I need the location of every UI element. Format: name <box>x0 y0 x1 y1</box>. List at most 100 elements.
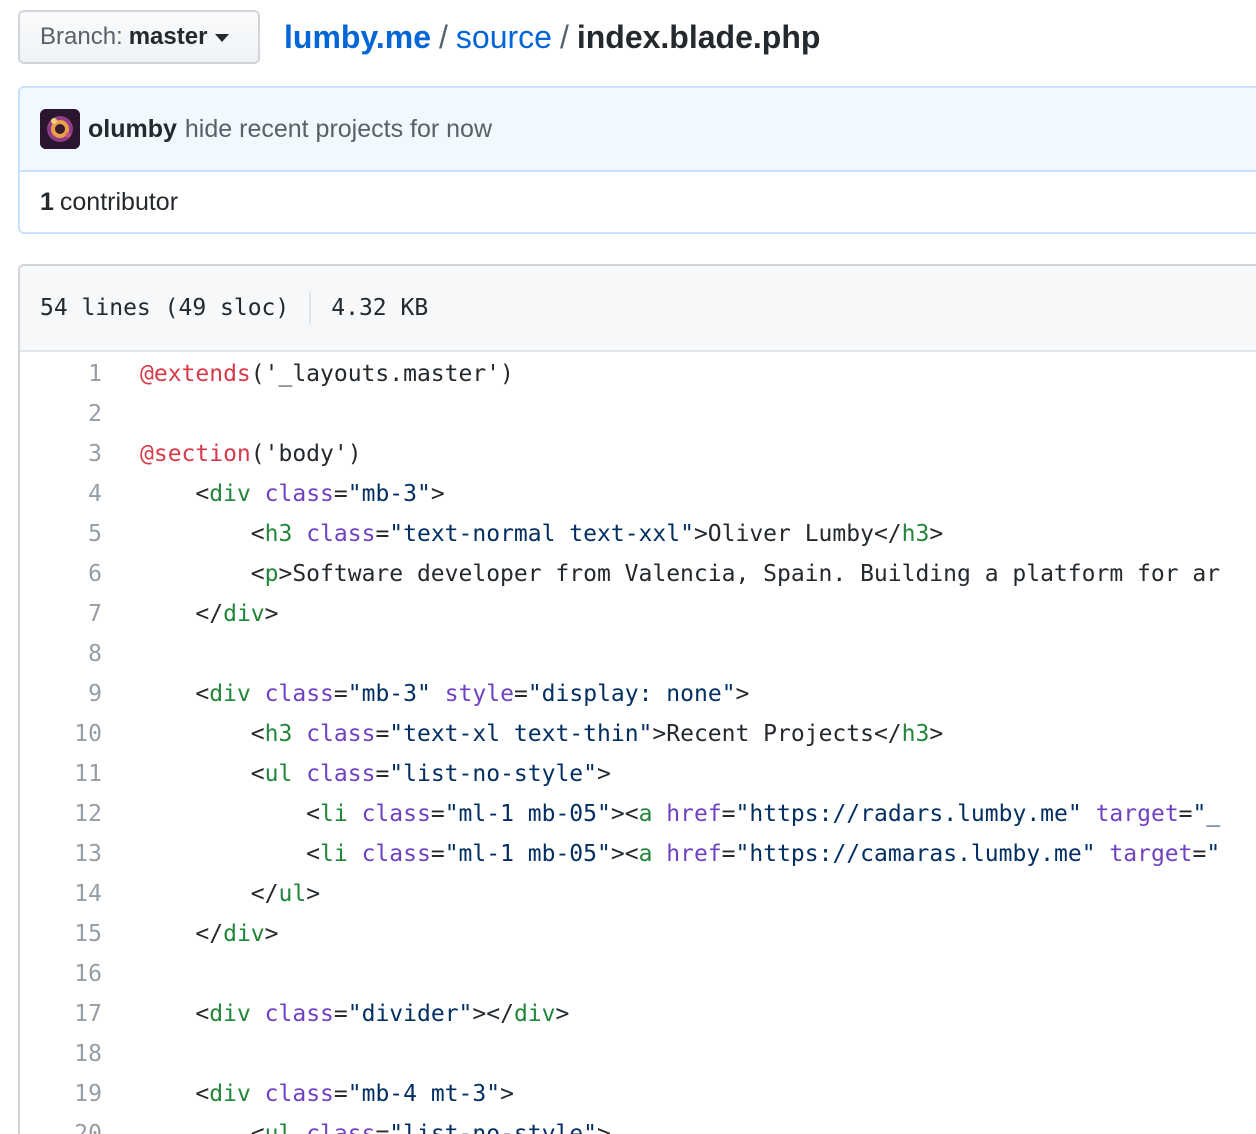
code-token: class <box>264 681 334 707</box>
avatar[interactable] <box>40 109 80 149</box>
code-token: >< <box>610 801 639 827</box>
code-token: < <box>140 841 321 867</box>
line-number[interactable]: 13 <box>20 841 102 867</box>
code-line: 2 <box>20 394 1256 434</box>
line-number[interactable]: 6 <box>20 561 102 587</box>
code-token: > <box>929 521 944 547</box>
code-token: > <box>597 761 611 787</box>
line-content: <p>Software developer from Valencia, Spa… <box>102 561 1220 587</box>
code-token: class <box>306 1121 376 1134</box>
line-number[interactable]: 3 <box>20 441 102 467</box>
commit-info-box: olumby hide recent projects for now 1 co… <box>18 86 1256 234</box>
code-token: </ <box>140 921 224 947</box>
line-number[interactable]: 16 <box>20 961 102 987</box>
file-viewer: 54 lines (49 sloc) 4.32 KB 1 @extends('_l… <box>18 264 1256 1134</box>
code-token: > <box>430 481 445 507</box>
code-token: ('body') <box>250 441 362 467</box>
line-number[interactable]: 9 <box>20 681 102 707</box>
branch-name: master <box>128 23 208 50</box>
breadcrumb-separator: / <box>559 18 569 55</box>
line-number[interactable]: 17 <box>20 1001 102 1027</box>
branch-prefix-label: Branch: <box>40 23 123 50</box>
code-token: ('_layouts.master') <box>250 361 514 387</box>
branch-select-button[interactable]: Branch: master <box>18 10 260 64</box>
code-token: < <box>140 521 265 547</box>
code-token: class <box>264 481 334 507</box>
code-line: 10 <h3 class="text-xl text-thin">Recent … <box>20 714 1256 754</box>
line-number[interactable]: 5 <box>20 521 102 547</box>
code-token: > <box>597 1121 611 1134</box>
line-number[interactable]: 10 <box>20 721 102 747</box>
code-token: < <box>140 481 210 507</box>
code-line: 5 <h3 class="text-normal text-xxl">Olive… <box>20 514 1256 554</box>
line-number[interactable]: 4 <box>20 481 102 507</box>
code-token: div <box>223 921 265 947</box>
line-number[interactable]: 14 <box>20 881 102 907</box>
code-token: ></ <box>472 1001 514 1027</box>
code-token: ul <box>264 1121 293 1134</box>
code-line: 9 <div class="mb-3" style="display: none… <box>20 674 1256 714</box>
line-number[interactable]: 1 <box>20 361 102 387</box>
code-token: </ <box>140 881 279 907</box>
line-content: @extends('_layouts.master') <box>102 361 514 387</box>
breadcrumb-repo-link[interactable]: lumby.me <box>284 19 431 56</box>
file-info-divider <box>309 291 312 325</box>
code-line: 14 </ul> <box>20 874 1256 914</box>
code-token: < <box>140 681 210 707</box>
code-token: target <box>1109 841 1193 867</box>
code-token: < <box>140 1121 265 1134</box>
code-token: "_ <box>1192 801 1221 827</box>
code-token: > <box>500 1081 514 1107</box>
code-line: 8 <box>20 634 1256 674</box>
code-token: target <box>1095 801 1179 827</box>
line-number[interactable]: 2 <box>20 401 102 427</box>
code-line: 13 <li class="ml-1 mb-05"><a href="https… <box>20 834 1256 874</box>
code-token: h3 <box>901 721 930 747</box>
line-number[interactable]: 15 <box>20 921 102 947</box>
latest-commit: olumby hide recent projects for now <box>20 88 1256 172</box>
contributors-row[interactable]: 1 contributor <box>20 172 1256 232</box>
code-token: "https://radars.lumby.me" <box>735 801 1082 827</box>
code-token: "ml-1 mb-05" <box>444 841 611 867</box>
line-content: </ul> <box>102 881 320 907</box>
code-token: "divider" <box>347 1001 473 1027</box>
line-number[interactable]: 11 <box>20 761 102 787</box>
code-token: class <box>306 721 376 747</box>
code-token: = <box>430 841 445 867</box>
code-token: = <box>721 801 736 827</box>
code-token: > <box>735 681 750 707</box>
commit-author-link[interactable]: olumby <box>88 115 177 144</box>
code-token: >Software developer from Valencia, Spain… <box>278 561 1221 587</box>
contributor-count: 1 <box>40 187 54 216</box>
code-token: ul <box>264 761 293 787</box>
line-content: </div> <box>102 601 279 627</box>
line-number[interactable]: 12 <box>20 801 102 827</box>
code-token: > <box>264 601 279 627</box>
line-number[interactable]: 20 <box>20 1121 102 1134</box>
code-token: "display: none" <box>527 681 736 707</box>
line-number[interactable]: 8 <box>20 641 102 667</box>
code-token: p <box>264 561 279 587</box>
line-content: <div class="mb-3" style="display: none"> <box>102 681 749 707</box>
code-token: < <box>140 561 265 587</box>
code-token: ul <box>278 881 307 907</box>
code-token: "text-normal text-xxl" <box>389 521 694 547</box>
line-number[interactable]: 7 <box>20 601 102 627</box>
code-token: = <box>333 681 348 707</box>
file-header: 54 lines (49 sloc) 4.32 KB <box>20 266 1256 352</box>
code-token: > <box>929 721 944 747</box>
code-token: < <box>140 1081 210 1107</box>
code-line: 15 </div> <box>20 914 1256 954</box>
code-token: = <box>513 681 528 707</box>
code-line: 11 <ul class="list-no-style"> <box>20 754 1256 794</box>
line-content: @section('body') <box>102 441 362 467</box>
breadcrumb-folder-link[interactable]: source <box>456 19 552 56</box>
code-line: 1 @extends('_layouts.master') <box>20 354 1256 394</box>
code-token: > <box>306 881 321 907</box>
line-number[interactable]: 19 <box>20 1081 102 1107</box>
commit-message-link[interactable]: hide recent projects for now <box>185 115 492 144</box>
contributor-label: contributor <box>59 187 179 216</box>
line-number[interactable]: 18 <box>20 1041 102 1067</box>
